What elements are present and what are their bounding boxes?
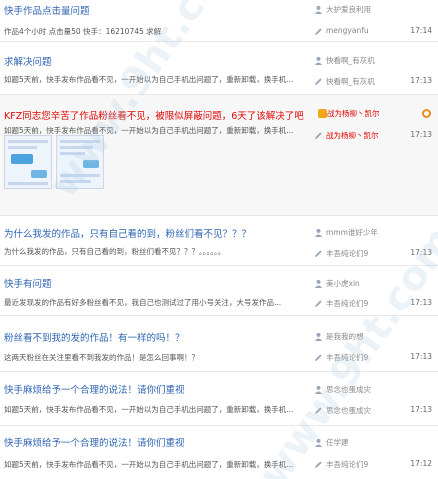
reply-time: 17:12 — [410, 459, 432, 468]
pencil-icon — [314, 354, 322, 362]
last-reply-name[interactable]: 丰吾纯论们9 — [326, 298, 368, 309]
author-name[interactable]: 任学建 — [326, 437, 349, 448]
reply-time: 17:14 — [410, 26, 432, 35]
thumbnail-image[interactable] — [56, 135, 104, 189]
last-reply-name[interactable]: 战为杨柳丶凯尔 — [326, 130, 379, 141]
thread-author[interactable]: 任学建 — [314, 437, 432, 450]
user-icon — [314, 385, 323, 394]
last-reply-name[interactable]: 快看啊_有灰机 — [326, 76, 375, 87]
thread-title[interactable]: 快手作品点击量问题 — [4, 3, 90, 17]
pencil-icon — [314, 250, 322, 258]
pencil-icon — [314, 300, 322, 308]
reply-time: 17:13 — [410, 76, 432, 85]
thread-author[interactable]: 战为杨柳丶凯尔 — [314, 108, 432, 121]
thread-author[interactable]: 快看啊_有灰机 — [314, 55, 432, 68]
thread-title[interactable]: KFZ同志您辛苦了作品粉丝看不见，被限似屏蔽问题，6天了该解决了吧 — [4, 108, 304, 122]
author-name[interactable]: 快看啊_有灰机 — [326, 55, 375, 66]
thread-last-reply[interactable]: 战为杨柳丶凯尔 17:13 — [314, 130, 432, 143]
user-icon — [314, 5, 323, 14]
reply-time: 17:13 — [410, 405, 432, 414]
user-icon — [314, 438, 323, 447]
thread-title[interactable]: 快手麻烦给予一个合理的说法！请你们重视 — [4, 435, 185, 449]
author-name[interactable]: 美小虎xin — [326, 278, 360, 289]
thread-list: 快手作品点击量问题 作品4个小时 点击量50 快手：16210745 求解 大护… — [0, 0, 438, 479]
pencil-icon — [314, 461, 322, 469]
reply-time: 17:13 — [410, 352, 432, 361]
author-name[interactable]: 大护爱良利用 — [326, 4, 371, 15]
thread-excerpt: 如题5天前，快手发布作品看不见，一开始以为自己手机出问题了，重新卸载，换手机..… — [4, 460, 294, 469]
thread-title[interactable]: 求解决问题 — [4, 54, 52, 68]
user-icon — [314, 279, 323, 288]
thread-item[interactable]: KFZ同志您辛苦了作品粉丝看不见，被限似屏蔽问题，6天了该解决了吧 如题5天前，… — [0, 95, 438, 216]
thread-last-reply[interactable]: 丰吾纯论们9 17:13 — [314, 352, 432, 365]
thread-last-reply[interactable]: 丰吾纯论们9 17:13 — [314, 298, 432, 311]
last-reply-name[interactable]: 丰吾纯论们9 — [326, 459, 368, 470]
thread-item[interactable]: 为什么我发的作品，只有自己看的到，粉丝们看不见？？？ 为什么我发的作品，只有自己… — [0, 216, 438, 266]
thumbnail-image[interactable] — [4, 135, 52, 189]
reply-time: 17:13 — [410, 248, 432, 257]
author-name[interactable]: 是我我的想 — [326, 331, 364, 342]
thread-excerpt: 如题5天前，快手发布作品看不见，一开始以为自己手机出问题了，重新卸载，换手机..… — [4, 75, 294, 84]
thread-last-reply[interactable]: mengyanfu 17:14 — [314, 26, 432, 39]
thread-last-reply[interactable]: 丰吾纯论们9 17:12 — [314, 459, 432, 472]
user-icon — [314, 228, 323, 237]
thread-excerpt: 这两天粉丝在关注里看不到我发的作品！是怎么回事啊！？ — [4, 353, 199, 362]
thread-author[interactable]: mmm谁好少年 — [314, 227, 432, 240]
user-icon — [314, 332, 323, 341]
last-reply-name[interactable]: 丰吾纯论们9 — [326, 352, 368, 363]
thread-title[interactable]: 粉丝看不到我的发的作品！有一样的吗！？ — [4, 330, 185, 344]
reply-time: 17:13 — [410, 298, 432, 307]
author-name[interactable]: 战为杨柳丶凯尔 — [327, 108, 380, 119]
thread-title[interactable]: 快手有问题 — [4, 276, 52, 290]
pencil-icon — [314, 407, 322, 415]
thread-last-reply[interactable]: 丰吾纯论们9 17:13 — [314, 248, 432, 261]
pencil-icon — [314, 132, 322, 140]
thread-item[interactable]: 粉丝看不到我的发的作品！有一样的吗！？ 这两天粉丝在关注里看不到我发的作品！是怎… — [0, 316, 438, 372]
thread-item[interactable]: 快手麻烦给予一个合理的说法！请你们重视 如题5天前，快手发布作品看不见，一开始以… — [0, 372, 438, 426]
ring-icon — [422, 109, 431, 118]
thread-excerpt: 作品4个小时 点击量50 快手：16210745 求解 — [4, 27, 162, 36]
thread-excerpt: 为什么我发的作品，只有自己看的到，粉丝们看不见？？？。。。。。。 — [4, 247, 226, 256]
pencil-icon — [314, 28, 322, 36]
author-name[interactable]: mmm谁好少年 — [326, 227, 378, 238]
thread-excerpt: 如题5天前，快手发布作品看不见，一开始以为自己手机出问题了，重新卸载，换手机..… — [4, 405, 294, 414]
thread-item[interactable]: 快手作品点击量问题 作品4个小时 点击量50 快手：16210745 求解 大护… — [0, 0, 438, 42]
user-icon — [314, 56, 323, 65]
thread-item[interactable]: 快手有问题 最近发现发的作品有好多粉丝看不见，我自己也测试过了用小号关注，大号发… — [0, 266, 438, 316]
pencil-icon — [314, 78, 322, 86]
last-reply-name[interactable]: 思念也蛋成灾 — [326, 405, 371, 416]
thread-author[interactable]: 思念也蛋成灾 — [314, 384, 432, 397]
thread-excerpt: 最近发现发的作品有好多粉丝看不见，我自己也测试过了用小号关注，大号发作品... — [4, 298, 282, 307]
thread-last-reply[interactable]: 快看啊_有灰机 17:13 — [314, 76, 432, 89]
thread-author[interactable]: 是我我的想 — [314, 331, 432, 344]
thread-item[interactable]: 求解决问题 如题5天前，快手发布作品看不见，一开始以为自己手机出问题了，重新卸载… — [0, 42, 438, 95]
thread-author[interactable]: 大护爱良利用 — [314, 4, 432, 17]
reply-time: 17:13 — [410, 130, 432, 139]
thread-author[interactable]: 美小虎xin — [314, 278, 432, 291]
thread-item[interactable]: 快手麻烦给予一个合理的说法！请你们重视 如题5天前，快手发布作品看不见，一开始以… — [0, 426, 438, 479]
author-name[interactable]: 思念也蛋成灾 — [326, 384, 371, 395]
thread-title[interactable]: 快手麻烦给予一个合理的说法！请你们重视 — [4, 382, 185, 396]
thread-title[interactable]: 为什么我发的作品，只有自己看的到，粉丝们看不见？？？ — [4, 226, 251, 240]
thread-last-reply[interactable]: 思念也蛋成灾 17:13 — [314, 405, 432, 418]
last-reply-name[interactable]: 丰吾纯论们9 — [326, 248, 368, 259]
last-reply-name[interactable]: mengyanfu — [326, 26, 369, 35]
